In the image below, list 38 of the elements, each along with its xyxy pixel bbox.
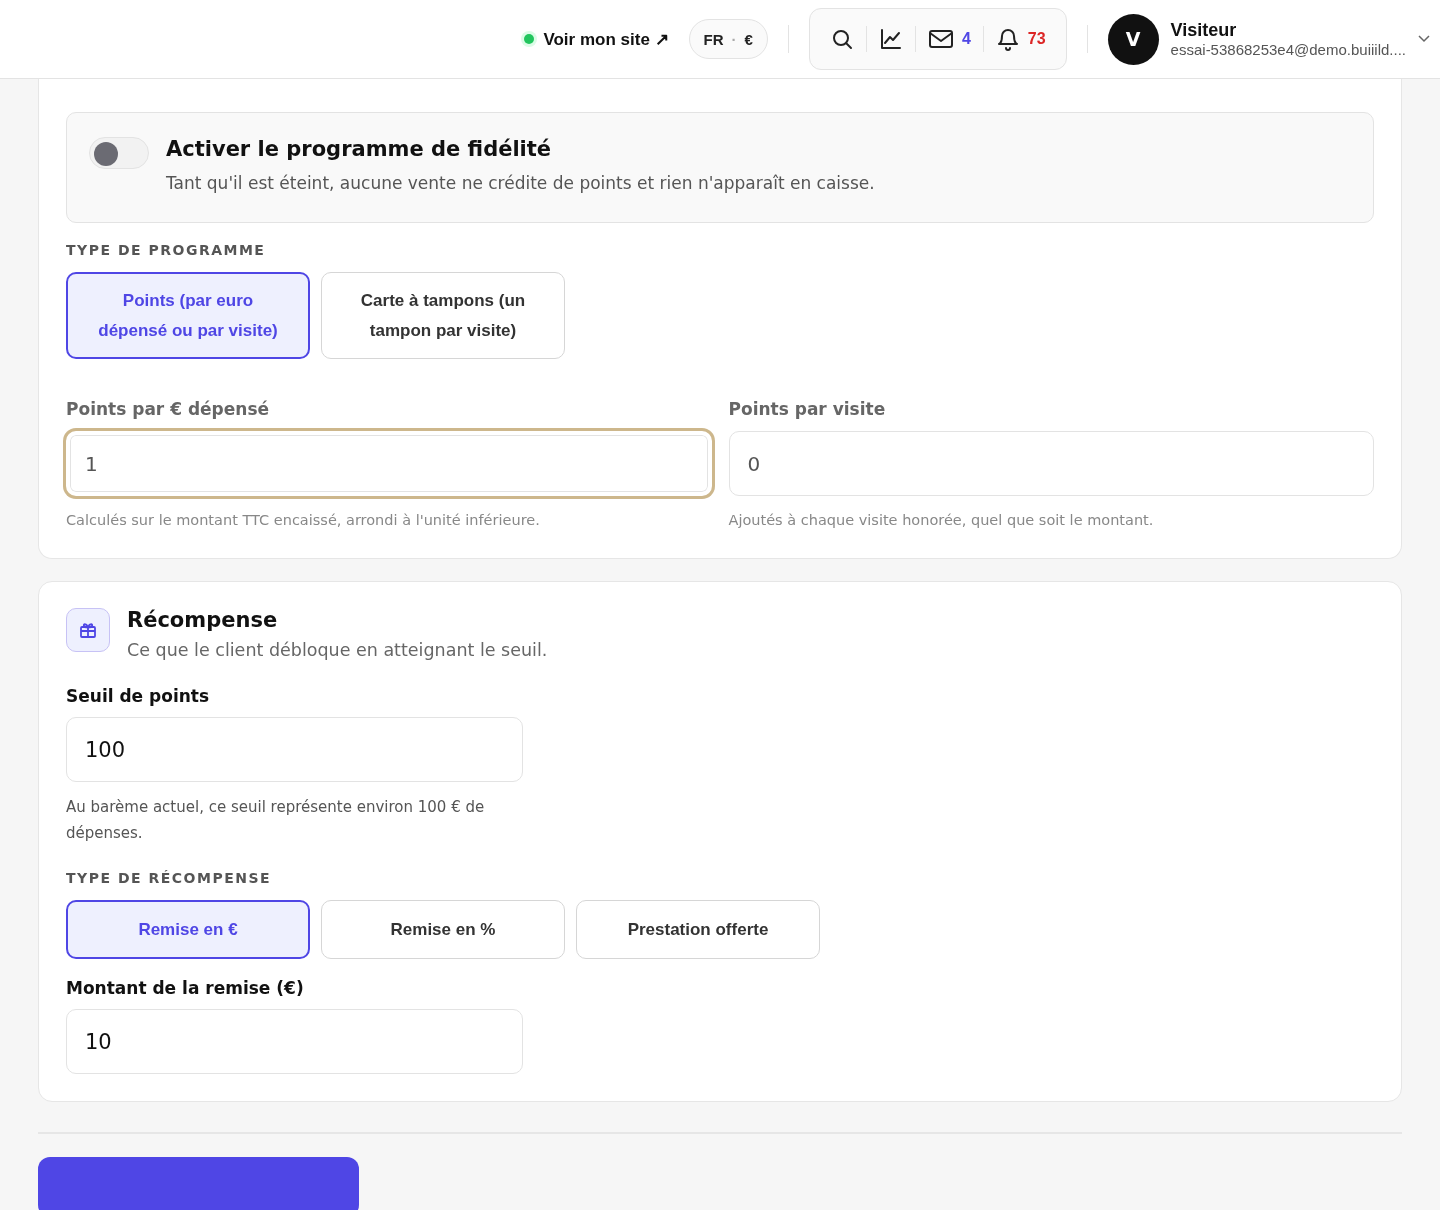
field-label: Points par € dépensé — [66, 399, 271, 419]
mail-icon — [927, 28, 954, 50]
notification-button[interactable]: 73 — [983, 19, 1058, 59]
user-name: Visiteur — [1170, 20, 1238, 41]
chevron-down-icon — [1418, 35, 1430, 43]
field-hint: Calculés sur le montant TTC encaissé, arrondi à l'unité inférieure. — [66, 512, 541, 528]
section-label: TYPE DE RÉCOMPENSE — [66, 870, 273, 886]
user-email: essai-53868253e4@demo.buiiild.... — [1170, 41, 1406, 58]
section-title: Récompense — [127, 608, 279, 632]
field-hint: Ajoutés à chaque visite honorée, quel que soit le montant. — [728, 512, 1155, 528]
bell-icon — [995, 26, 1020, 52]
input-field[interactable]: 100 — [66, 717, 523, 782]
toggle-switch[interactable] — [89, 137, 149, 169]
field-hint: Au barème actuel, ce seuil représente environ 100 € de dépenses. — [66, 797, 486, 844]
count-label: 73 — [1027, 30, 1046, 48]
field-label: Points par visite — [728, 399, 887, 419]
gift-icon — [66, 608, 110, 652]
toggle-description: Tant qu'il est éteint, aucune vente ne crédite de points et rien n'apparaît en caisse. — [166, 173, 875, 193]
locale-button[interactable]: FR · € — [688, 19, 768, 59]
input-field[interactable]: 10 — [66, 1009, 523, 1074]
count-label: 4 — [961, 30, 971, 48]
reward-type-option[interactable]: Prestation offerte — [576, 900, 820, 959]
line-chart-icon — [878, 27, 903, 51]
avatar: V — [1107, 13, 1159, 65]
site-link[interactable]: Voir mon site ↗ — [524, 28, 669, 50]
field-label: Seuil de points — [66, 686, 211, 706]
input-field[interactable]: 0 — [728, 431, 1374, 496]
program-type-option[interactable]: Points (par euro dépensé ou par visite) — [66, 272, 310, 359]
user-menu[interactable]: V Visiteur essai-53868253e4@demo.buiiild.... — [1107, 13, 1430, 65]
field-label: Montant de la remise (€) — [66, 978, 305, 998]
reward-type-option[interactable]: Remise en € — [66, 900, 310, 959]
program-type-option[interactable]: Carte à tampons (un tampon par visite) — [321, 272, 565, 359]
mail-button[interactable]: 4 — [915, 19, 983, 59]
input-field[interactable]: 1 — [66, 431, 712, 496]
section-label: TYPE DE PROGRAMME — [66, 242, 267, 258]
section-subtitle: Ce que le client débloque en atteignant le seuil. — [127, 640, 548, 660]
toggle-title: Activer le programme de fidélité — [166, 137, 553, 161]
reward-type-option[interactable]: Remise en % — [321, 900, 565, 959]
